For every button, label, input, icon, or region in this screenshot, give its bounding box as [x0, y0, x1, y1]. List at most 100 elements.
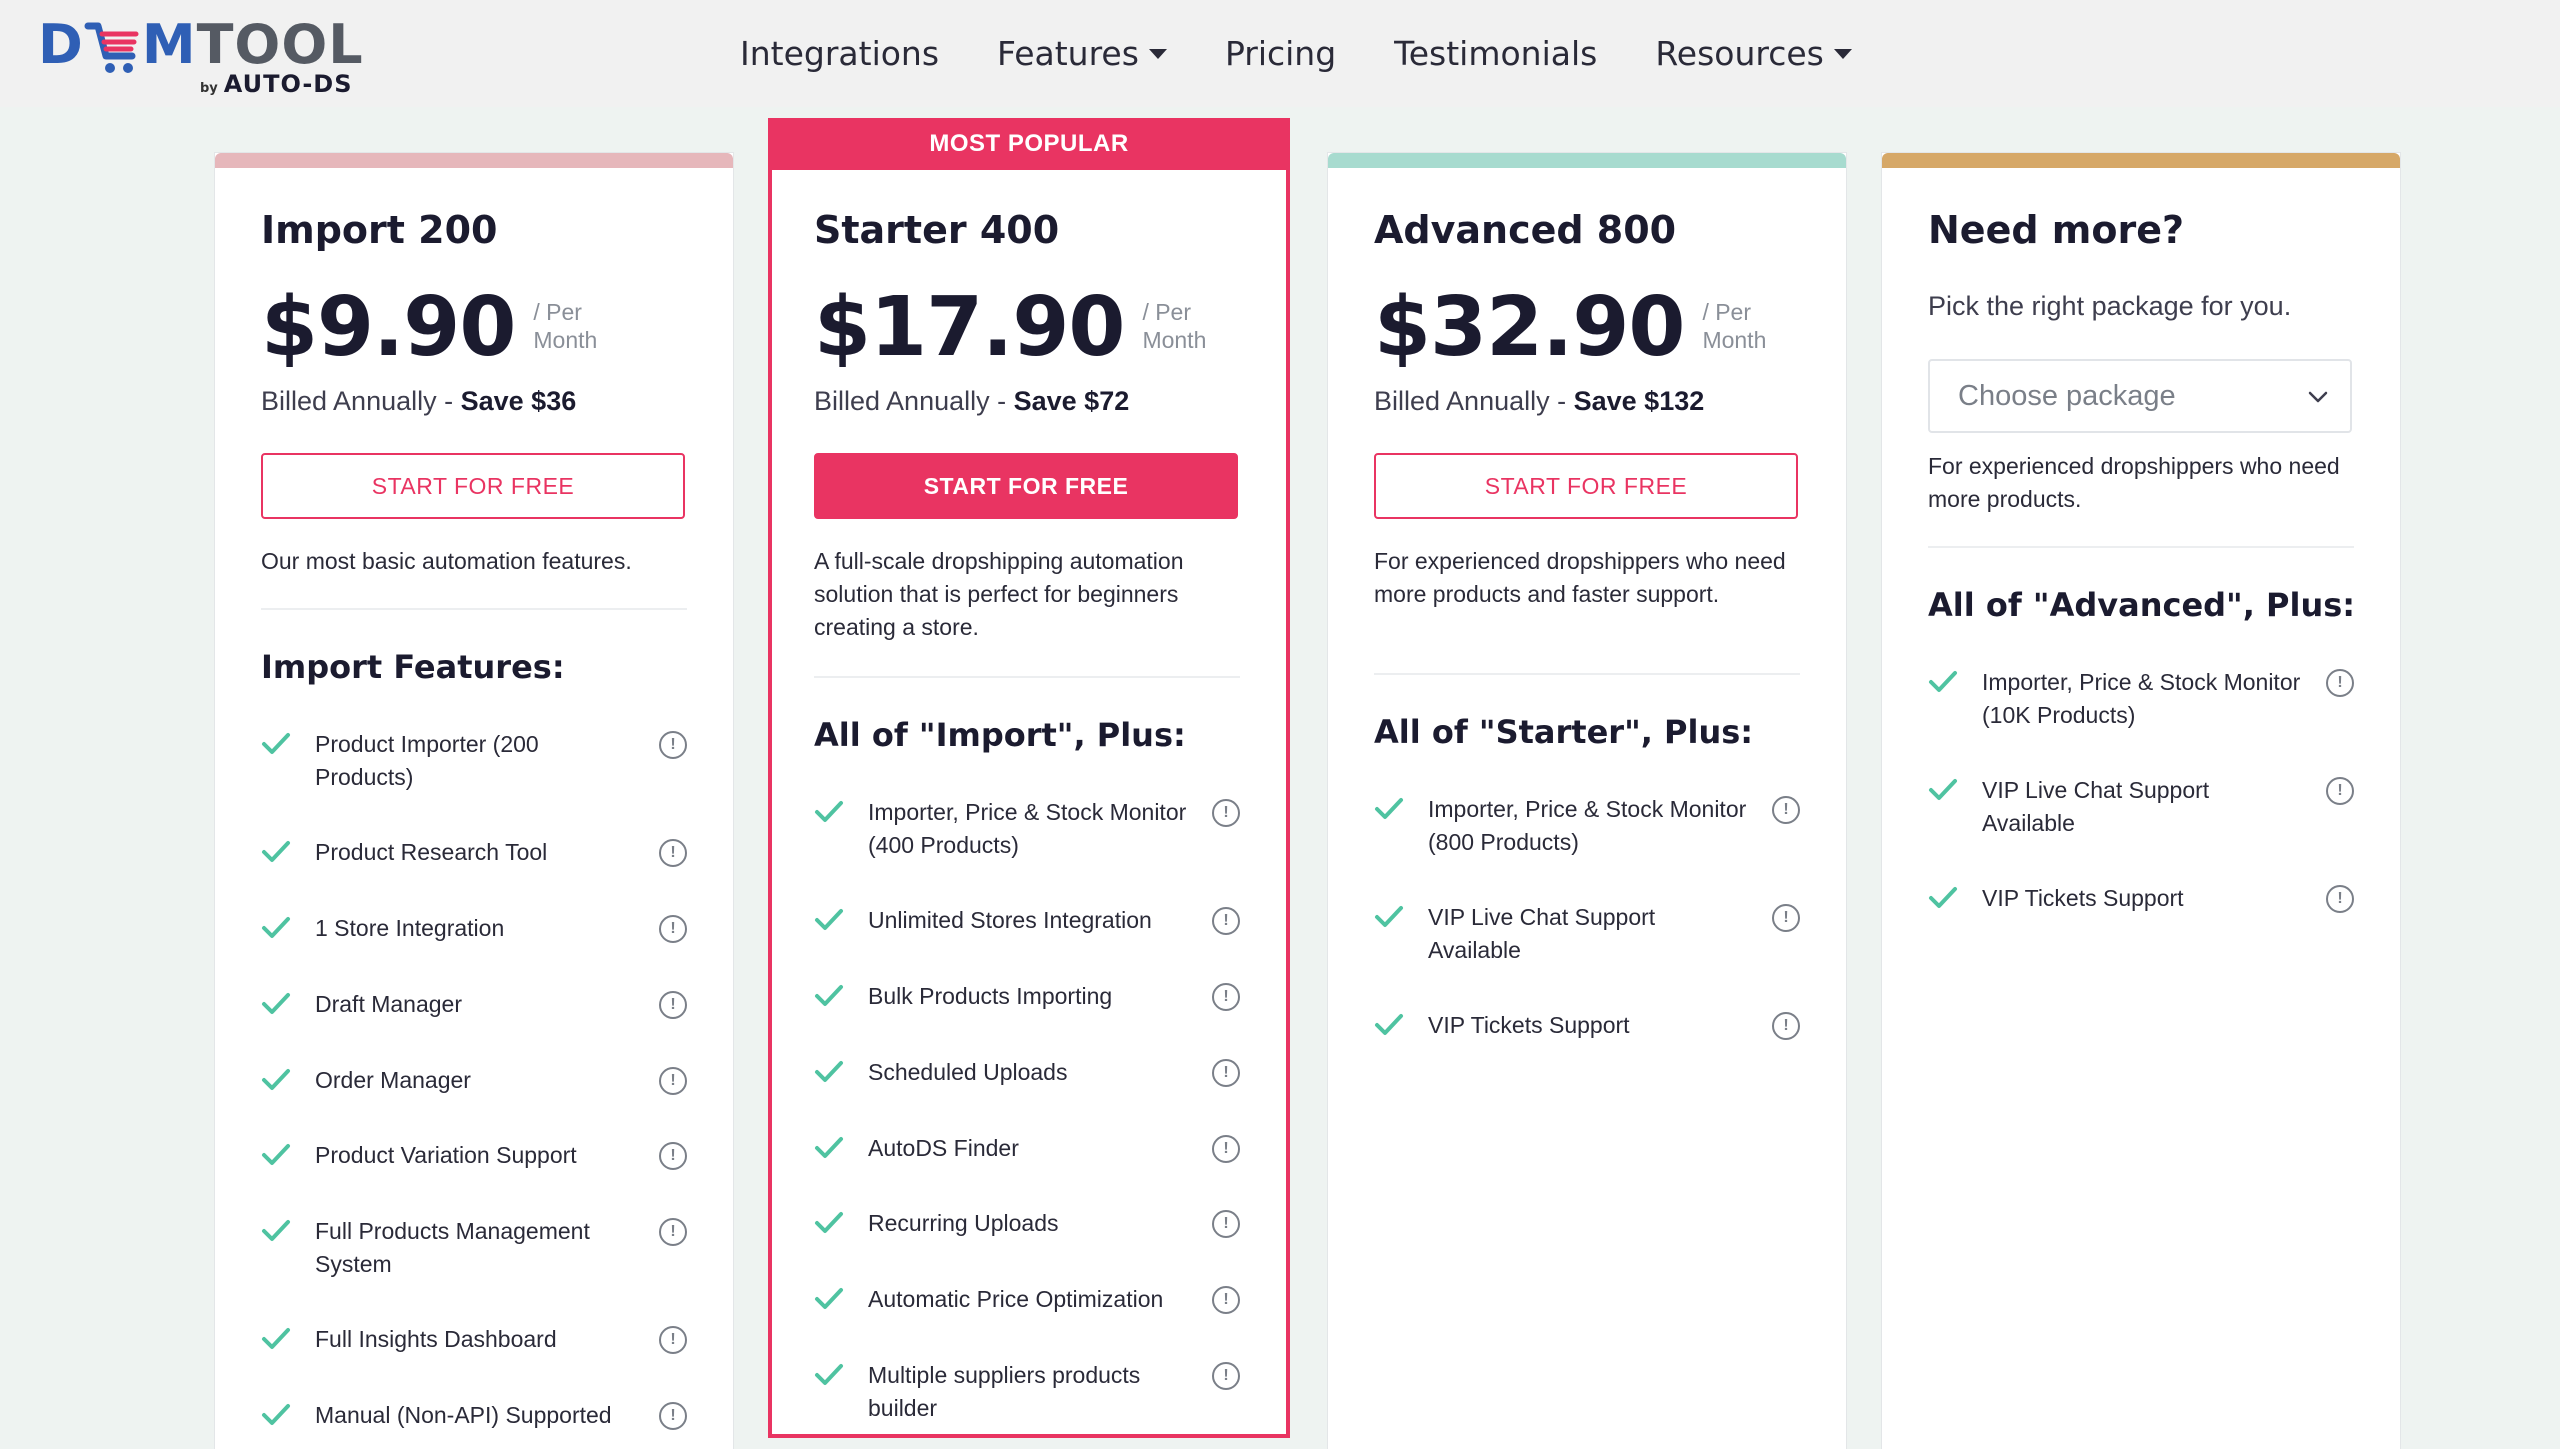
info-icon[interactable]: ! — [659, 1402, 687, 1430]
check-icon — [815, 909, 843, 930]
divider — [1928, 546, 2354, 548]
info-icon[interactable]: ! — [659, 991, 687, 1019]
plan-stripe — [215, 153, 733, 168]
info-icon[interactable]: ! — [1212, 907, 1240, 935]
start-for-free-button[interactable]: START FOR FREE — [814, 453, 1238, 519]
feature-label: 1 Store Integration — [315, 915, 505, 941]
feature-label: Importer, Price & Stock Monitor (800 Pro… — [1428, 796, 1747, 855]
plan-title: Import 200 — [261, 208, 498, 252]
dsmtool-logo[interactable]: D MTOOL by AUTO-DS — [38, 14, 368, 104]
info-icon[interactable]: ! — [1212, 1135, 1240, 1163]
feature-label: Importer, Price & Stock Monitor (10K Pro… — [1982, 669, 2301, 728]
logo-letters-tool: TOOL — [196, 13, 364, 76]
choose-package-select[interactable]: Choose package — [1928, 359, 2352, 433]
chevron-down-icon — [2308, 391, 2328, 403]
info-icon[interactable]: ! — [1212, 983, 1240, 1011]
caret-down-icon — [1833, 48, 1852, 59]
feature-item: Manual (Non-API) Supported! — [261, 1399, 687, 1449]
info-icon[interactable]: ! — [1772, 904, 1800, 932]
billing-note: Billed Annually - Save $36 — [261, 386, 576, 417]
feature-label: Product Variation Support — [315, 1142, 577, 1168]
info-icon[interactable]: ! — [1212, 1286, 1240, 1314]
price-period-line2: Month — [1702, 327, 1767, 353]
plan-price: $17.90 — [814, 280, 1125, 375]
nav-integrations[interactable]: Integrations — [740, 34, 939, 73]
check-icon — [1929, 779, 1957, 800]
feature-item: VIP Tickets Support! — [1374, 1009, 1800, 1079]
logo-by: by — [200, 81, 218, 96]
price-period: / Per Month — [533, 298, 597, 354]
savings-text: Save $36 — [460, 386, 577, 416]
feature-label: Full Insights Dashboard — [315, 1326, 557, 1352]
logo-autods: AUTO-DS — [223, 70, 353, 98]
nav-resources[interactable]: Resources — [1655, 34, 1852, 73]
feature-item: Recurring Uploads! — [814, 1207, 1240, 1277]
nav-features[interactable]: Features — [997, 34, 1167, 73]
info-icon[interactable]: ! — [2326, 669, 2354, 697]
info-icon[interactable]: ! — [1212, 799, 1240, 827]
check-icon — [815, 1061, 843, 1082]
check-icon — [262, 1404, 290, 1425]
plan-subtitle: Pick the right package for you. — [1928, 291, 2292, 321]
feature-label: VIP Tickets Support — [1428, 1012, 1630, 1038]
check-icon — [1375, 906, 1403, 927]
start-for-free-button[interactable]: START FOR FREE — [261, 453, 685, 519]
info-icon[interactable]: ! — [1772, 796, 1800, 824]
nav-features-label: Features — [997, 34, 1139, 73]
info-icon[interactable]: ! — [1212, 1059, 1240, 1087]
nav-integrations-label: Integrations — [740, 34, 940, 73]
info-icon[interactable]: ! — [659, 1326, 687, 1354]
nav-testimonials[interactable]: Testimonials — [1394, 34, 1597, 73]
info-icon[interactable]: ! — [659, 1067, 687, 1095]
plan-description: A full-scale dropshipping automation sol… — [814, 548, 1184, 640]
info-icon[interactable]: ! — [659, 731, 687, 759]
feature-label: VIP Tickets Support — [1982, 885, 2184, 911]
plan-stripe — [1882, 153, 2400, 168]
check-icon — [1375, 1014, 1403, 1035]
price-row: $32.90 / Per Month — [1374, 278, 1766, 378]
feature-item: Draft Manager! — [261, 988, 687, 1058]
feature-item: VIP Live Chat Support Available! — [1928, 774, 2354, 844]
check-icon — [815, 1364, 843, 1385]
logo-letter-m: M — [141, 13, 197, 76]
feature-item: Order Manager! — [261, 1064, 687, 1134]
info-icon[interactable]: ! — [659, 1218, 687, 1246]
divider — [1374, 673, 1800, 675]
check-icon — [1375, 798, 1403, 819]
most-popular-badge: MOST POPULAR — [768, 118, 1290, 170]
feature-label: AutoDS Finder — [868, 1135, 1019, 1161]
check-icon — [815, 1137, 843, 1158]
check-icon — [815, 1288, 843, 1309]
info-icon[interactable]: ! — [659, 839, 687, 867]
billing-text: Billed Annually - — [1374, 386, 1574, 416]
check-icon — [262, 1069, 290, 1090]
check-icon — [815, 1212, 843, 1233]
nav-pricing[interactable]: Pricing — [1225, 34, 1336, 73]
info-icon[interactable]: ! — [1212, 1210, 1240, 1238]
price-period-line1: / Per — [1142, 299, 1192, 325]
check-icon — [262, 1220, 290, 1241]
price-period-line2: Month — [1142, 327, 1207, 353]
feature-item: VIP Live Chat Support Available! — [1374, 901, 1800, 971]
check-icon — [262, 733, 290, 754]
info-icon[interactable]: ! — [659, 1142, 687, 1170]
feature-item: Importer, Price & Stock Monitor (400 Pro… — [814, 796, 1240, 866]
features-heading: All of "Starter", Plus: — [1374, 713, 1754, 751]
feature-item: Product Importer (200 Products)! — [261, 728, 687, 798]
select-placeholder: Choose package — [1958, 380, 2176, 412]
info-icon[interactable]: ! — [2326, 885, 2354, 913]
info-icon[interactable]: ! — [1772, 1012, 1800, 1040]
feature-label: Product Importer (200 Products) — [315, 731, 539, 790]
logo-auto-text: AUTO — [223, 70, 303, 98]
info-icon[interactable]: ! — [1212, 1362, 1240, 1390]
features-heading: All of "Import", Plus: — [814, 716, 1186, 754]
billing-text: Billed Annually - — [261, 386, 461, 416]
billing-note: Billed Annually - Save $72 — [814, 386, 1129, 417]
start-for-free-button[interactable]: START FOR FREE — [1374, 453, 1798, 519]
info-icon[interactable]: ! — [2326, 777, 2354, 805]
info-icon[interactable]: ! — [659, 915, 687, 943]
caret-down-icon — [1148, 48, 1167, 59]
check-icon — [262, 993, 290, 1014]
feature-item: Product Research Tool! — [261, 836, 687, 906]
price-period: / Per Month — [1142, 298, 1206, 354]
